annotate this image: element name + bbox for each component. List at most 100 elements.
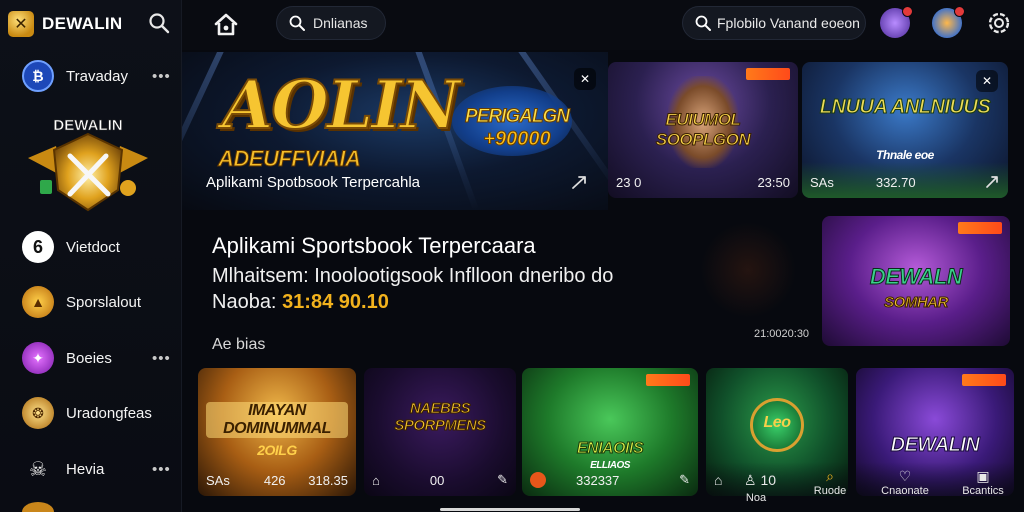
sidebar-item-vietdoct[interactable]: 6 Vietdoct xyxy=(0,227,182,267)
search-nav[interactable]: ⌕ Ruode xyxy=(812,468,848,497)
more-label[interactable]: Ae bias xyxy=(212,336,265,354)
sidebar-item-uradongfeas[interactable]: ❂ Uradongfeas xyxy=(0,393,182,433)
card-mid-meta: 426 xyxy=(263,472,286,488)
chip-icon xyxy=(530,472,546,488)
card-mid-meta: 10 xyxy=(760,472,777,488)
close-icon[interactable]: ✕ xyxy=(976,70,998,92)
promo-search-input[interactable]: Fplobilo Vanand eoeon xyxy=(682,6,866,40)
info-emblem xyxy=(700,222,796,318)
crossed-swords-logo-icon: ✕ xyxy=(8,11,34,37)
skull-icon: ☠ xyxy=(29,458,47,481)
hot-tag xyxy=(746,68,790,80)
info-description: Mlhaitsem: Inoolootigsook Inflloon dneri… xyxy=(212,265,614,287)
lion-crest-icon: ❂ xyxy=(22,397,54,429)
six-badge-icon: 6 xyxy=(22,231,54,263)
card-meta: 332337 ✎ xyxy=(530,470,690,490)
sidebar-item-boeies[interactable]: ✦ Boeies ••• xyxy=(0,338,182,378)
share-icon[interactable] xyxy=(984,174,1000,190)
card-mid-meta: 332.70 xyxy=(875,174,916,190)
more-icon[interactable]: ••• xyxy=(152,461,171,478)
sidebar-item-partial-icon xyxy=(22,502,54,512)
nav-label: Ruode xyxy=(813,485,847,497)
scroll-indicator[interactable] xyxy=(440,508,580,511)
card-subtitle: 2OILG xyxy=(257,442,297,458)
game-card[interactable]: EUIUMOL SOOPLGON 23 0 23:50 xyxy=(608,62,798,198)
hot-tag xyxy=(958,222,1002,234)
home-icon[interactable]: ⌂ xyxy=(714,472,722,488)
search-icon: ⌕ xyxy=(826,468,834,484)
share-icon[interactable] xyxy=(570,174,588,192)
coin-ball-icon: ₿ xyxy=(22,60,54,92)
sidebar-banner-emblem[interactable]: DEWALIN xyxy=(22,106,154,216)
nav-label[interactable]: Noa xyxy=(738,492,774,504)
game-card[interactable]: IMAYAN DOMINUMMAL 2OILG SAs 426 318.35 xyxy=(198,368,356,496)
hero-logo-subtitle: ADEUFFVIAIA xyxy=(217,146,361,172)
gear-icon[interactable] xyxy=(984,8,1014,38)
pin-icon[interactable]: ✎ xyxy=(497,472,508,488)
more-icon[interactable]: ••• xyxy=(152,68,171,85)
sidebar-item-travaday[interactable]: ₿ Travaday ••• xyxy=(0,56,182,96)
search-input[interactable]: Dnlianas xyxy=(276,6,386,40)
card-title: EUIUMOL SOOPLGON xyxy=(655,110,751,150)
saved-nav[interactable]: ▣ Bcantics xyxy=(958,468,1008,497)
notification-dot xyxy=(954,6,965,17)
hero-promo-title: PERIGALGN xyxy=(465,106,571,128)
info-odds: Naoba: 31:84 90.10 xyxy=(212,291,389,314)
card-subtitle: SOMHAR xyxy=(884,294,949,312)
search-icon xyxy=(695,15,711,31)
more-icon[interactable]: ••• xyxy=(152,350,171,367)
hot-tag xyxy=(646,374,690,386)
favorite-nav[interactable]: ♡ Cnaonate xyxy=(880,468,930,497)
chip-badge-icon[interactable] xyxy=(932,6,965,38)
home-icon[interactable]: ⌂ xyxy=(372,473,380,488)
hero-caption: Aplikami Spotbsook Terpercahla xyxy=(206,174,421,191)
sidebar-item-hevia[interactable]: ☠ Hevia ••• xyxy=(0,449,182,489)
search-icon[interactable] xyxy=(148,12,170,34)
brand-name: DEWALIN xyxy=(42,14,123,33)
game-card[interactable]: DEWALN SOMHAR xyxy=(822,216,1010,346)
card-subtitle: Thnale eoe xyxy=(876,148,934,162)
pin-icon[interactable]: ✎ xyxy=(679,472,690,488)
card-title: DEWALIN xyxy=(890,434,980,457)
home-icon[interactable] xyxy=(212,11,240,39)
game-card[interactable]: ENIAOIIS ELLIAOS 332337 ✎ xyxy=(522,368,698,496)
hero-logo: AOLIN xyxy=(221,65,461,145)
hot-tag xyxy=(962,374,1006,386)
flame-shield-icon: ▲ xyxy=(22,286,54,318)
card-left-meta: 23 0 xyxy=(616,174,642,190)
sidebar-item-sporslalout[interactable]: ▲ Sporslalout xyxy=(0,282,182,322)
brand[interactable]: ✕ DEWALIN xyxy=(8,10,122,38)
notification-dot xyxy=(902,6,913,17)
hero-banner[interactable]: AOLIN ADEUFFVIAIA Aplikami Spotbsook Ter… xyxy=(182,52,608,210)
card-title: Leo xyxy=(763,414,791,431)
search-input-text: Dnlianas xyxy=(313,15,368,31)
card-title: IMAYAN DOMINUMMAL xyxy=(206,402,348,438)
promo-search-text: Fplobilo Vanand eoeon xyxy=(717,15,860,31)
info-odds-amount: 31:84 90.10 xyxy=(282,291,389,313)
close-icon[interactable]: ✕ xyxy=(574,68,596,90)
card-right-meta: 23:50 xyxy=(757,174,790,190)
info-odds-label: Naoba: xyxy=(212,291,283,313)
game-card[interactable]: NAEBBS SPORPMENS ⌂ 00 ✎ xyxy=(364,368,516,496)
nav-label: Cnaonate xyxy=(881,485,929,497)
sidebar: ✕ DEWALIN ₿ Travaday ••• DEWALIN 6 Vietd… xyxy=(0,0,182,512)
user-icon[interactable]: ♙ 10 xyxy=(744,472,776,489)
card-left-meta: SAs xyxy=(810,174,834,190)
info-title: Aplikami Sportsbook Terpercaara xyxy=(212,233,536,258)
sidebar-item-label: Travaday xyxy=(66,67,128,85)
card-meta: SAs 332.70 xyxy=(810,172,1000,192)
search-icon xyxy=(289,15,305,31)
card-title: ENIAOIIS xyxy=(576,440,644,458)
game-card[interactable]: LNUUA ANLNIUUS Thnale eoe ✕ SAs 332.70 xyxy=(802,62,1008,198)
hero-promo-amount: +90000 xyxy=(483,128,551,151)
card-meta: ⌂ 00 ✎ xyxy=(372,470,508,490)
trophy-badge-icon[interactable] xyxy=(880,6,913,38)
info-time: 21:0020:30 xyxy=(754,328,810,340)
sidebar-item-label: Vietdoct xyxy=(66,238,120,256)
save-icon: ▣ xyxy=(976,468,990,484)
card-title: DEWALN xyxy=(869,264,963,290)
card-title: LNUUA ANLNIUUS xyxy=(819,96,991,119)
card-title: NAEBBS SPORPMENS xyxy=(394,400,487,435)
sidebar-item-label: Hevia xyxy=(66,460,105,478)
sidebar-item-label: Uradongfeas xyxy=(66,404,152,422)
